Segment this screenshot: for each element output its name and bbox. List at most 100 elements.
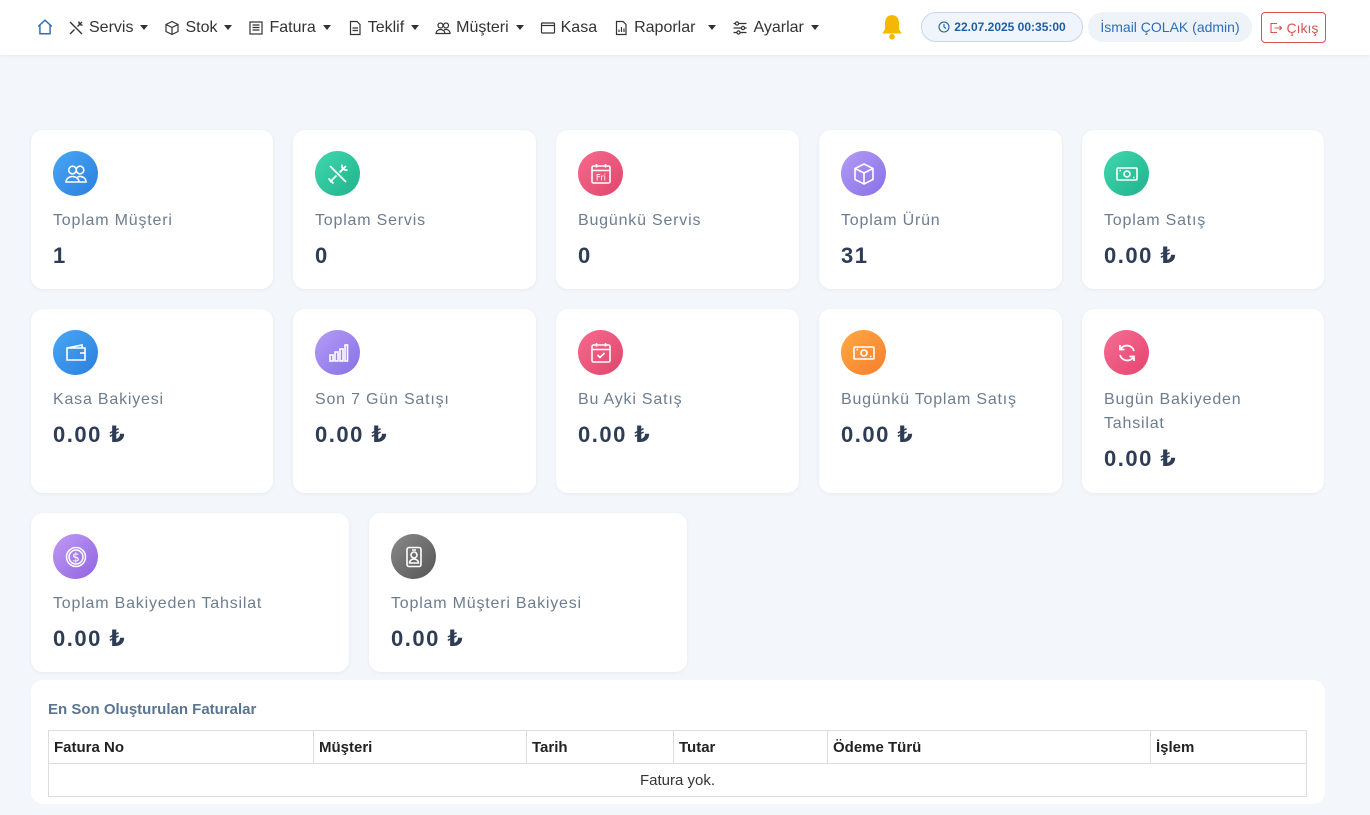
- card-value: 0.00 ₺: [391, 626, 465, 651]
- menu-label: Kasa: [560, 18, 598, 36]
- refresh-icon: [1104, 330, 1149, 375]
- card-label: Kasa Bakiyesi: [53, 391, 164, 408]
- card-value: 31: [841, 243, 869, 268]
- users-icon: [435, 21, 451, 34]
- col-musteri[interactable]: Müşteri: [313, 730, 527, 764]
- report-icon: [615, 20, 627, 35]
- card-label: Bugün Bakiyeden Tahsilat: [1104, 391, 1242, 432]
- main-menu: Servis Stok Fatura Teklif Müşteri Kasa R…: [68, 0, 819, 55]
- stat-card-toplam-urun: Toplam Ürün 31: [819, 130, 1062, 289]
- menu-ayarlar[interactable]: Ayarlar: [732, 18, 819, 37]
- tools-icon: [69, 20, 83, 34]
- card-label: Toplam Satış: [1104, 212, 1207, 229]
- chevron-down-icon: [411, 25, 420, 30]
- stat-card-bugun-bakiyeden-tahsilat: Bugün Bakiyeden Tahsilat 0.00 ₺: [1082, 309, 1324, 493]
- menu-label: Fatura: [269, 18, 316, 36]
- stat-card-toplam-musteri: Toplam Müşteri 1: [31, 130, 273, 289]
- menu-kasa[interactable]: Kasa: [540, 19, 597, 37]
- card-value: 0.00 ₺: [53, 626, 127, 651]
- card-label: Bugünkü Toplam Satış: [841, 391, 1017, 408]
- empty-message: Fatura yok.: [48, 763, 1307, 797]
- menu-label: Ayarlar: [753, 18, 804, 36]
- card-label: Toplam Müşteri Bakiyesi: [391, 595, 582, 612]
- datetime-text: 22.07.2025 00:35:00: [954, 20, 1066, 34]
- card-label: Son 7 Gün Satışı: [315, 391, 450, 408]
- col-tutar[interactable]: Tutar: [673, 730, 828, 764]
- stat-card-bugunku-toplam-satis: Bugünkü Toplam Satış 0.00 ₺: [819, 309, 1062, 493]
- stat-card-toplam-servis: Toplam Servis 0: [293, 130, 536, 289]
- menu-label: Raporlar: [634, 18, 696, 36]
- person-badge-icon: [391, 534, 436, 579]
- menu-raporlar[interactable]: Raporlar: [613, 18, 717, 37]
- logout-label: Çıkış: [1286, 19, 1319, 36]
- chevron-down-icon: [224, 25, 233, 30]
- wallet-icon: [540, 21, 555, 34]
- col-odeme-turu[interactable]: Ödeme Türü: [827, 730, 1151, 764]
- user-badge[interactable]: İsmail ÇOLAK (admin): [1088, 12, 1252, 42]
- menu-label: Stok: [185, 18, 218, 36]
- datetime-badge: 22.07.2025 00:35:00: [921, 12, 1083, 42]
- card-value: 0.00 ₺: [315, 422, 389, 447]
- panel-title: En Son Oluşturulan Faturalar: [48, 701, 257, 718]
- col-tarih[interactable]: Tarih: [526, 730, 674, 764]
- menu-musteri[interactable]: Müşteri: [435, 18, 524, 37]
- svg-text:$: $: [72, 550, 80, 564]
- chevron-down-icon: [708, 25, 717, 30]
- document-icon: [349, 20, 361, 35]
- card-value: 1: [53, 243, 67, 268]
- top-navbar: Servis Stok Fatura Teklif Müşteri Kasa R…: [0, 0, 1370, 55]
- card-label: Toplam Müşteri: [53, 212, 173, 229]
- logout-button[interactable]: Çıkış: [1261, 12, 1326, 43]
- users-icon: [53, 151, 98, 196]
- calendar-day-icon: Fri: [578, 151, 623, 196]
- menu-label: Teklif: [367, 18, 405, 36]
- card-value: 0.00 ₺: [1104, 243, 1178, 268]
- table-row: Fatura yok.: [48, 763, 1307, 797]
- stat-card-bu-ayki-satis: Bu Ayki Satış 0.00 ₺: [556, 309, 799, 493]
- stat-card-toplam-bakiyeden-tahsilat: $ Toplam Bakiyeden Tahsilat 0.00 ₺: [31, 513, 349, 672]
- cash-icon: [1104, 151, 1149, 196]
- chevron-down-icon: [515, 25, 524, 30]
- menu-label: Müşteri: [456, 18, 509, 36]
- card-value: 0: [578, 243, 592, 268]
- menu-fatura[interactable]: Fatura: [248, 18, 331, 37]
- stat-card-kasa-bakiyesi: Kasa Bakiyesi 0.00 ₺: [31, 309, 273, 493]
- box-icon: [165, 20, 180, 35]
- calendar-check-icon: [578, 330, 623, 375]
- card-label: Bugünkü Servis: [578, 212, 702, 229]
- clock-icon: [938, 21, 950, 33]
- table-header-row: Fatura No Müşteri Tarih Tutar Ödeme Türü…: [48, 730, 1307, 764]
- invoices-table: Fatura No Müşteri Tarih Tutar Ödeme Türü…: [48, 730, 1307, 797]
- stat-card-toplam-musteri-bakiyesi: Toplam Müşteri Bakiyesi 0.00 ₺: [369, 513, 687, 672]
- card-value: 0.00 ₺: [53, 422, 127, 447]
- logout-icon: [1269, 22, 1282, 33]
- svg-text:Fri: Fri: [595, 173, 605, 183]
- box-icon: [841, 151, 886, 196]
- dollar-circle-icon: $: [53, 534, 98, 579]
- user-name: İsmail ÇOLAK (admin): [1100, 19, 1240, 35]
- menu-label: Servis: [89, 18, 134, 36]
- col-fatura-no[interactable]: Fatura No: [48, 730, 314, 764]
- menu-teklif[interactable]: Teklif: [347, 18, 420, 37]
- card-label: Toplam Servis: [315, 212, 426, 229]
- card-label: Bu Ayki Satış: [578, 391, 683, 408]
- card-value: 0.00 ₺: [1104, 446, 1178, 471]
- card-label: Toplam Bakiyeden Tahsilat: [53, 595, 263, 612]
- recent-invoices-panel: En Son Oluşturulan Faturalar Fatura No M…: [31, 680, 1325, 804]
- invoice-icon: [249, 20, 264, 35]
- notification-bell-icon[interactable]: [879, 13, 907, 43]
- cash-icon: [841, 330, 886, 375]
- bar-chart-icon: [315, 330, 360, 375]
- col-islem[interactable]: İşlem: [1150, 730, 1307, 764]
- chevron-down-icon: [322, 25, 331, 30]
- menu-stok[interactable]: Stok: [164, 18, 233, 37]
- stat-card-toplam-satis: Toplam Satış 0.00 ₺: [1082, 130, 1324, 289]
- wallet-icon: [53, 330, 98, 375]
- menu-servis[interactable]: Servis: [68, 18, 149, 37]
- tools-icon: [315, 151, 360, 196]
- chevron-down-icon: [810, 25, 819, 30]
- card-value: 0.00 ₺: [578, 422, 652, 447]
- stat-card-bugunku-servis: Fri Bugünkü Servis 0: [556, 130, 799, 289]
- home-icon[interactable]: [34, 16, 56, 38]
- chevron-down-icon: [140, 25, 149, 30]
